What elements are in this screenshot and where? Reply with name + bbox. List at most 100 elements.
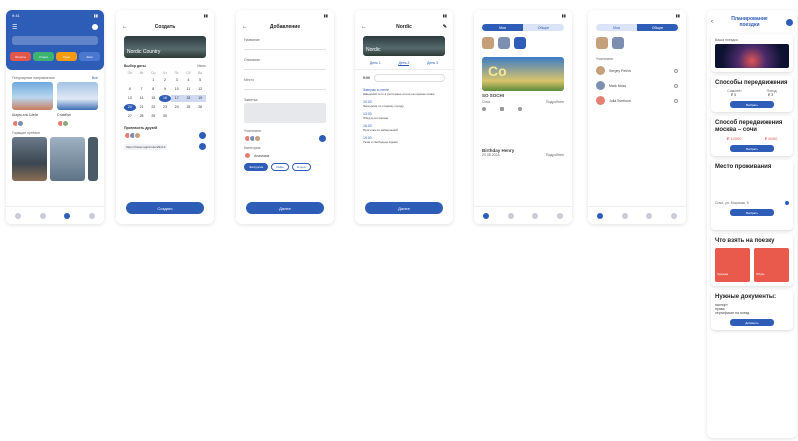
calendar-day[interactable]: 25	[183, 104, 195, 111]
name-field[interactable]	[244, 43, 326, 50]
calendar-day[interactable]: 2	[159, 77, 171, 84]
person-row[interactable]: Sergey Petrov	[588, 63, 686, 78]
tab-shared[interactable]: Общие	[523, 24, 564, 31]
chip-hotels[interactable]: Отели	[33, 52, 54, 61]
calendar-day[interactable]: 9	[159, 86, 171, 93]
price-option[interactable]: ₽ 8000	[765, 136, 778, 141]
story-avatar[interactable]	[612, 37, 624, 49]
packing-item[interactable]: Одежда	[715, 248, 750, 282]
calendar-day[interactable]: 6	[124, 86, 136, 93]
calendar-day[interactable]: 12	[194, 86, 206, 93]
trips-tab-icon[interactable]	[532, 212, 539, 219]
time-slider[interactable]	[374, 74, 445, 82]
tab-day-1[interactable]: День 1	[370, 61, 381, 66]
calendar-day[interactable]: 27	[124, 113, 136, 120]
calendar-day[interactable]: 22	[147, 104, 159, 111]
calendar-day[interactable]: 5	[194, 77, 206, 84]
invite-link[interactable]: https://travel.app/invite/29xK3	[124, 143, 168, 150]
tab-mine[interactable]: Мои	[596, 24, 637, 31]
profile-tab-icon[interactable]	[556, 212, 563, 219]
back-icon[interactable]: ←	[122, 24, 128, 30]
chat-icon[interactable]	[674, 68, 678, 73]
chat-icon[interactable]	[674, 98, 678, 103]
price-option[interactable]: ₽ 12000	[727, 136, 742, 141]
calendar-day[interactable]: 7	[136, 86, 148, 93]
tab-day-2[interactable]: День 2	[398, 61, 410, 66]
search-input[interactable]	[12, 36, 98, 45]
calendar-day[interactable]: 21	[136, 104, 148, 111]
calendar-day[interactable]: 18	[182, 95, 195, 102]
search-tab-icon[interactable]	[621, 212, 628, 219]
select-transport-button[interactable]: Выбрать	[730, 101, 774, 108]
calendar-day[interactable]: 15	[147, 95, 159, 102]
pill-excursion[interactable]: Экскурсия	[244, 163, 269, 171]
menu-icon[interactable]: ☰	[12, 24, 17, 31]
note-textarea[interactable]	[244, 103, 326, 123]
pill-cafe[interactable]: Кафе	[271, 163, 289, 171]
calendar-day[interactable]: 24	[171, 104, 183, 111]
tab-shared[interactable]: Общие	[637, 24, 678, 31]
profile-tab-icon[interactable]	[88, 212, 95, 219]
back-icon[interactable]: ←	[361, 24, 367, 30]
profile-tab-icon[interactable]	[670, 212, 677, 219]
trips-tab-icon[interactable]	[646, 212, 653, 219]
calendar-day[interactable]: 28	[136, 113, 148, 120]
add-member-button[interactable]	[319, 135, 326, 142]
back-icon[interactable]: ←	[242, 24, 248, 30]
calendar-day[interactable]: 23	[159, 104, 171, 111]
home-tab-icon[interactable]	[597, 212, 604, 219]
next-button[interactable]: Далее	[365, 202, 443, 214]
calendar-day[interactable]: 13	[124, 95, 136, 102]
tour-card[interactable]	[88, 137, 98, 181]
tab-mine[interactable]: Мои	[482, 24, 523, 31]
packing-item[interactable]: Обувь	[754, 248, 789, 282]
calendar-day[interactable]: 4	[183, 77, 195, 84]
calendar-day[interactable]: 30	[159, 113, 171, 120]
home-tab-icon[interactable]	[483, 212, 490, 219]
chat-icon[interactable]	[786, 18, 793, 26]
tour-card[interactable]	[50, 137, 86, 181]
select-accommodation-button[interactable]: Выбрать	[730, 209, 774, 216]
calendar-day[interactable]: 20	[124, 104, 136, 111]
destination-card[interactable]	[57, 82, 98, 110]
tour-card[interactable]	[12, 137, 48, 181]
see-all-link[interactable]: Все	[92, 76, 98, 80]
select-route-button[interactable]: Выбрать	[730, 145, 774, 152]
pill-rest[interactable]: Отдых	[291, 163, 311, 171]
next-button[interactable]: Далее	[246, 202, 324, 214]
search-tab-icon[interactable]	[39, 212, 46, 219]
chat-icon[interactable]	[674, 83, 678, 88]
calendar-day[interactable]: 10	[171, 86, 183, 93]
trip-details-link[interactable]: Подробнее	[546, 100, 564, 104]
story-avatar[interactable]	[482, 37, 494, 49]
calendar-day[interactable]: 14	[136, 95, 148, 102]
calendar-day[interactable]: 17	[170, 95, 183, 102]
calendar-day[interactable]: 19	[194, 95, 206, 102]
add-story-button[interactable]	[514, 37, 526, 49]
calendar-day[interactable]: 26	[194, 104, 206, 111]
home-tab-icon[interactable]	[15, 212, 22, 219]
calendar-day[interactable]: 11	[183, 86, 195, 93]
edit-icon[interactable]: ✎	[443, 24, 447, 30]
person-row[interactable]: Mark Moss	[588, 78, 686, 93]
add-document-button[interactable]: Добавить	[730, 319, 774, 326]
chip-cars[interactable]: Авто	[79, 52, 100, 61]
trips-tab-icon[interactable]	[64, 212, 71, 219]
share-icon[interactable]	[518, 107, 522, 111]
calendar-day[interactable]: 1	[147, 77, 159, 84]
trip-card-image[interactable]: Co	[482, 57, 564, 91]
person-row[interactable]: Julia Svetlova	[588, 93, 686, 108]
trip-details-link[interactable]: Подробнее	[546, 153, 564, 157]
description-field[interactable]	[244, 63, 326, 70]
chip-tickets[interactable]: Билеты	[10, 52, 31, 61]
share-link-button[interactable]	[199, 143, 206, 150]
add-friend-button[interactable]	[199, 132, 206, 139]
search-tab-icon[interactable]	[507, 212, 514, 219]
create-button[interactable]: Создать	[126, 202, 204, 214]
chip-tours[interactable]: Туры	[56, 52, 77, 61]
profile-icon[interactable]	[92, 24, 98, 30]
calendar-day[interactable]: 3	[171, 77, 183, 84]
story-avatar[interactable]	[596, 37, 608, 49]
tab-day-3[interactable]: День 3	[427, 61, 438, 66]
calendar-day[interactable]: 16	[159, 95, 171, 102]
